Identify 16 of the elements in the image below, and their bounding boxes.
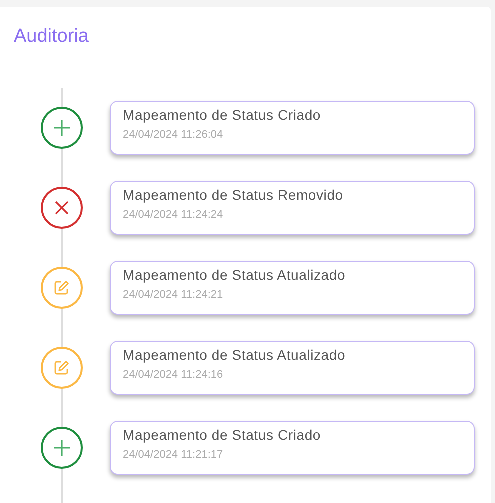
- edit-icon: [54, 360, 70, 376]
- event-title: Mapeamento de Status Removido: [123, 187, 344, 203]
- plus-icon: [53, 119, 71, 137]
- event-time: 24/04/2024 11:24:21: [123, 289, 224, 301]
- panel-title: Auditoria: [14, 26, 89, 48]
- plus-icon: [53, 439, 71, 457]
- close-icon: [55, 201, 69, 215]
- event-title: Mapeamento de Status Criado: [123, 427, 322, 443]
- event-title: Mapeamento de Status Atualizado: [123, 267, 347, 283]
- event-time: 24/04/2024 11:21:17: [123, 449, 224, 461]
- event-title: Mapeamento de Status Atualizado: [123, 347, 347, 363]
- event-time: 24/04/2024 11:24:24: [123, 209, 224, 221]
- event-time: 24/04/2024 11:24:16: [123, 369, 224, 381]
- event-time: 24/04/2024 11:26:04: [123, 129, 224, 141]
- edit-icon: [54, 280, 70, 296]
- event-title: Mapeamento de Status Criado: [123, 107, 322, 123]
